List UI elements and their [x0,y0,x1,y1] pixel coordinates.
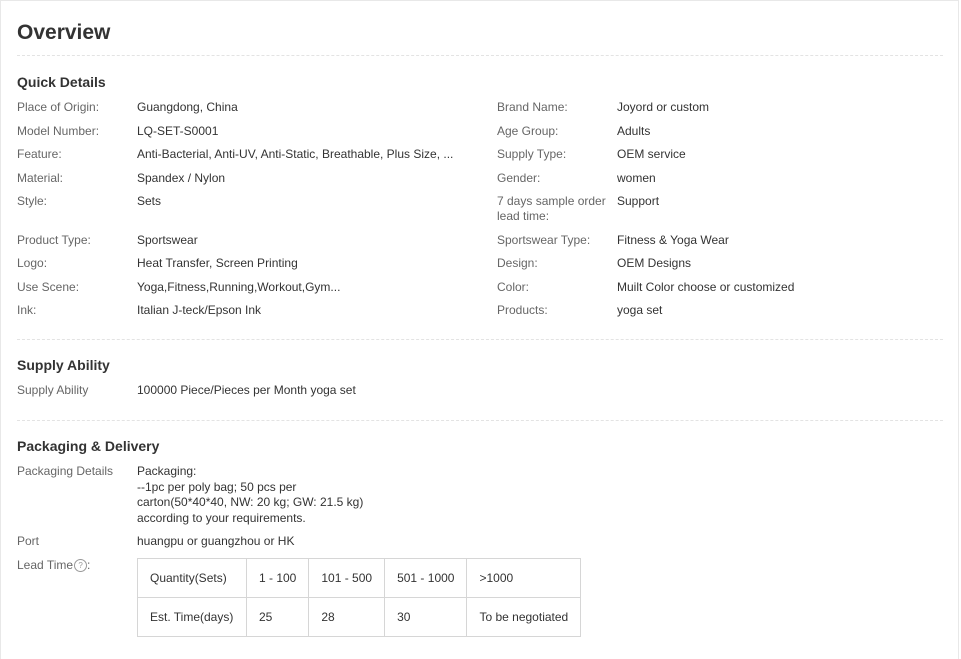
gender-label: Gender: [497,171,541,185]
sportswear-type-value: Fitness & Yoga Wear [617,233,729,247]
question-mark-circle-icon[interactable]: ? [74,559,88,572]
age-group-value: Adults [617,124,651,138]
table-cell: 30 [384,597,468,637]
lead-time-table: Quantity(Sets) 1 - 100 101 - 500 501 - 1… [137,558,582,637]
logo-label: Logo: [17,256,48,270]
packaging-delivery-title: Packaging & Delivery [17,438,160,454]
product-type-label: Product Type: [17,233,91,247]
age-group-label: Age Group: [497,124,559,138]
place-of-origin-value: Guangdong, China [137,100,238,114]
model-number-value: LQ-SET-S0001 [137,124,219,138]
overview-title: Overview [17,21,111,44]
sportswear-type-label: Sportswear Type: [497,233,591,247]
table-cell: 501 - 1000 [384,558,468,598]
port-label: Port [17,534,40,548]
product-type-value: Sportswear [137,233,198,247]
color-label: Color: [497,280,530,294]
packaging-details-label: Packaging Details [17,464,114,478]
port-value: huangpu or guangzhou or HK [137,534,295,548]
overview-divider [17,55,943,56]
brand-name-value: Joyord or custom [617,100,710,114]
sample-lead-time-value: Support [617,194,660,208]
products-label: Products: [497,303,548,317]
table-row: Est. Time(days) 25 28 30 To be negotiate… [137,597,582,637]
table-row: Quantity(Sets) 1 - 100 101 - 500 501 - 1… [137,558,582,598]
style-value: Sets [137,194,162,208]
packaging-details-value: Packaging: --1pc per poly bag; 50 pcs pe… [137,464,363,526]
packaging-line: according to your requirements. [137,510,306,525]
model-number-label: Model Number: [17,124,100,138]
table-cell: 1 - 100 [245,558,310,598]
supply-type-label: Supply Type: [497,147,567,161]
design-label: Design: [497,256,538,270]
lead-time-label: Lead Time [17,558,74,572]
table-cell: To be negotiated [466,597,582,637]
design-value: OEM Designs [617,256,692,270]
color-value: Muilt Color choose or customized [617,280,795,294]
supply-ability-title: Supply Ability [17,357,110,373]
place-of-origin-label: Place of Origin: [17,100,100,114]
products-value: yoga set [617,303,663,317]
table-cell: 28 [308,597,386,637]
brand-name-label: Brand Name: [497,100,568,114]
table-cell: >1000 [466,558,582,598]
material-label: Material: [17,171,64,185]
use-scene-value: Yoga,Fitness,Running,Workout,Gym... [137,280,341,294]
feature-label: Feature: [17,147,62,161]
table-cell: Quantity(Sets) [137,558,247,598]
table-cell: Est. Time(days) [137,597,247,637]
packaging-line: Packaging: [137,464,197,478]
feature-value: Anti-Bacterial, Anti-UV, Anti-Static, Br… [137,147,454,161]
sample-lead-time-label: 7 days sample order lead time: [497,194,606,223]
quick-details-title: Quick Details [17,74,106,90]
gender-value: women [617,171,656,185]
ink-label: Ink: [17,303,37,317]
ink-value: Italian J-teck/Epson Ink [137,303,262,317]
packaging-line: --1pc per poly bag; 50 pcs per [137,479,297,494]
use-scene-label: Use Scene: [17,280,80,294]
supply-type-value: OEM service [617,147,686,161]
supply-ability-label: Supply Ability [17,383,89,397]
packaging-line: carton(50*40*40, NW: 20 kg; GW: 21.5 kg) [137,495,364,509]
table-cell: 101 - 500 [308,558,386,598]
material-value: Spandex / Nylon [137,171,226,185]
style-label: Style: [17,194,48,208]
logo-value: Heat Transfer, Screen Printing [137,256,298,270]
lead-time-label-group: Lead Time?: [17,558,91,572]
supply-ability-divider [17,420,943,421]
supply-ability-value: 100000 Piece/Pieces per Month yoga set [137,383,356,397]
quick-details-divider [17,339,943,340]
product-overview-panel: Overview Quick Details Place of Origin: … [0,0,959,659]
table-cell: 25 [245,597,310,637]
